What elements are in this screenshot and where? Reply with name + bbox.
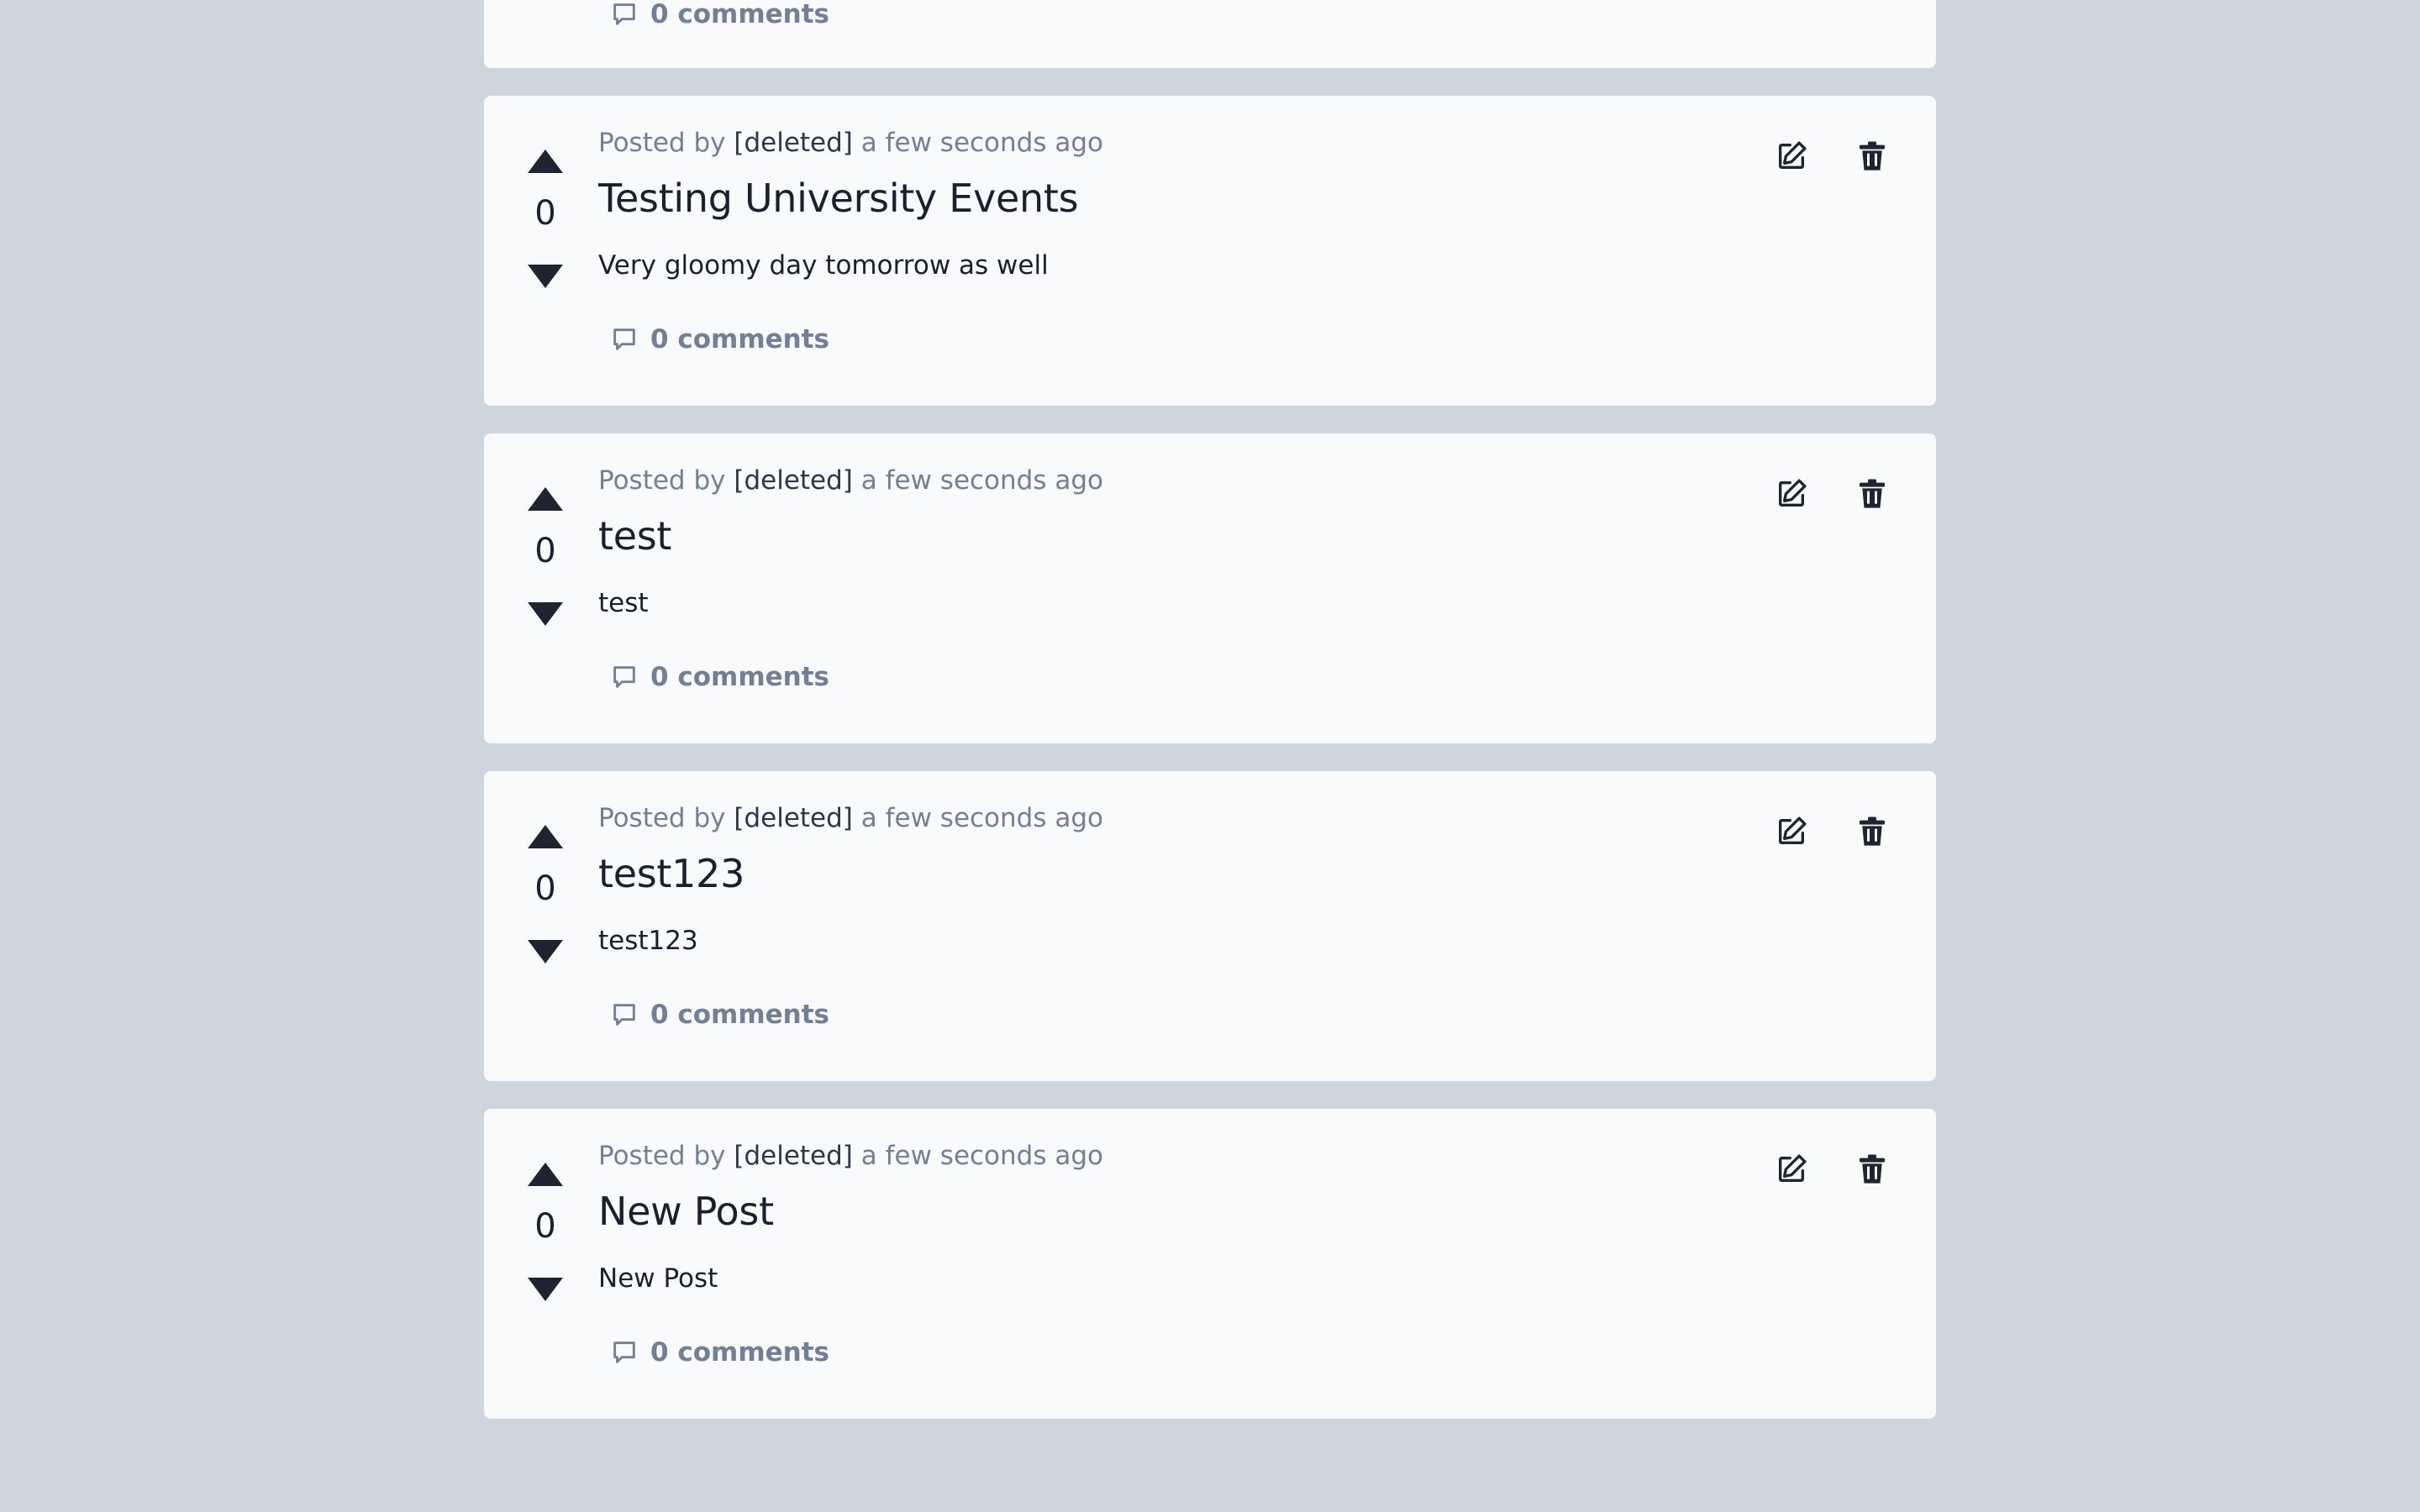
comments-link[interactable]: 0 comments: [610, 996, 829, 1033]
trash-icon: [1860, 1154, 1885, 1184]
edit-pencil-icon: [1779, 479, 1807, 507]
upvote-triangle-icon[interactable]: [528, 487, 563, 511]
post-card: 0 Posted by [deleted] a few seconds ago …: [484, 1109, 1936, 1419]
delete-button[interactable]: [1855, 139, 1889, 173]
downvote-triangle-icon[interactable]: [528, 602, 563, 626]
post-title[interactable]: test123: [598, 848, 744, 899]
post-time: a few seconds ago: [860, 128, 1103, 158]
trash-icon: [1860, 479, 1885, 508]
comments-link[interactable]: 0 comments: [610, 0, 829, 33]
comment-bubble-icon: [613, 1004, 635, 1026]
posted-by-label: Posted by: [598, 1141, 726, 1171]
post-card: 0 Posted by [deleted] a few seconds ago …: [484, 96, 1936, 406]
downvote-triangle-icon[interactable]: [528, 1278, 563, 1301]
edit-pencil-icon: [1779, 816, 1807, 844]
post-card: 0 Posted by [deleted] a few seconds ago …: [484, 771, 1936, 1081]
comment-bubble-icon: [613, 666, 635, 688]
comments-count: 0 comments: [650, 1000, 830, 1030]
trash-icon: [1860, 141, 1885, 171]
post-card: 0 comments: [484, 0, 1936, 68]
post-body: test: [598, 588, 649, 618]
post-title[interactable]: Testing University Events: [598, 173, 1079, 223]
post-meta: Posted by [deleted] a few seconds ago: [598, 464, 1103, 497]
comment-bubble-icon: [613, 3, 635, 25]
comments-link[interactable]: 0 comments: [610, 321, 829, 358]
comments-count: 0 comments: [650, 662, 830, 692]
post-author[interactable]: [deleted]: [734, 1141, 853, 1171]
post-body: test123: [598, 926, 698, 956]
vote-score: 0: [534, 194, 556, 233]
edit-pencil-icon: [1779, 1154, 1807, 1182]
post-card: 0 Posted by [deleted] a few seconds ago …: [484, 433, 1936, 743]
vote-column: 0: [524, 1109, 566, 1419]
vote-score: 0: [534, 1207, 556, 1246]
comment-bubble-icon: [613, 328, 635, 350]
downvote-triangle-icon[interactable]: [528, 265, 563, 288]
upvote-triangle-icon[interactable]: [528, 1163, 563, 1186]
post-author[interactable]: [deleted]: [734, 128, 853, 158]
delete-button[interactable]: [1855, 477, 1889, 511]
vote-column: 0: [524, 771, 566, 1081]
post-time: a few seconds ago: [860, 1141, 1103, 1171]
post-feed: 0 comments 0 Posted by [deleted] a few s…: [484, 0, 1936, 1446]
post-title[interactable]: New Post: [598, 1186, 774, 1236]
post-body: New Post: [598, 1263, 718, 1294]
post-time: a few seconds ago: [860, 803, 1103, 833]
vote-score: 0: [534, 869, 556, 908]
posted-by-label: Posted by: [598, 465, 726, 496]
delete-button[interactable]: [1855, 1152, 1889, 1186]
posted-by-label: Posted by: [598, 803, 726, 833]
vote-column: 0: [524, 96, 566, 406]
edit-button[interactable]: [1775, 477, 1808, 511]
comment-bubble-icon: [613, 1341, 635, 1363]
comments-count: 0 comments: [650, 1337, 830, 1368]
vote-column: 0: [524, 433, 566, 743]
post-author[interactable]: [deleted]: [734, 803, 853, 833]
downvote-triangle-icon[interactable]: [528, 940, 563, 963]
post-meta: Posted by [deleted] a few seconds ago: [598, 1139, 1103, 1173]
post-title[interactable]: test: [598, 511, 671, 561]
trash-icon: [1860, 816, 1885, 846]
comments-count: 0 comments: [650, 324, 830, 354]
edit-button[interactable]: [1775, 139, 1808, 173]
post-author[interactable]: [deleted]: [734, 465, 853, 496]
delete-button[interactable]: [1855, 815, 1889, 848]
comments-count: 0 comments: [650, 0, 830, 29]
post-meta: Posted by [deleted] a few seconds ago: [598, 801, 1103, 835]
upvote-triangle-icon[interactable]: [528, 825, 563, 848]
post-meta: Posted by [deleted] a few seconds ago: [598, 126, 1103, 160]
vote-score: 0: [534, 532, 556, 570]
upvote-triangle-icon[interactable]: [528, 150, 563, 173]
edit-button[interactable]: [1775, 815, 1808, 848]
comments-link[interactable]: 0 comments: [610, 1334, 829, 1371]
post-time: a few seconds ago: [860, 465, 1103, 496]
post-body: Very gloomy day tomorrow as well: [598, 250, 1049, 281]
edit-pencil-icon: [1779, 141, 1807, 169]
edit-button[interactable]: [1775, 1152, 1808, 1186]
posted-by-label: Posted by: [598, 128, 726, 158]
comments-link[interactable]: 0 comments: [610, 659, 829, 696]
